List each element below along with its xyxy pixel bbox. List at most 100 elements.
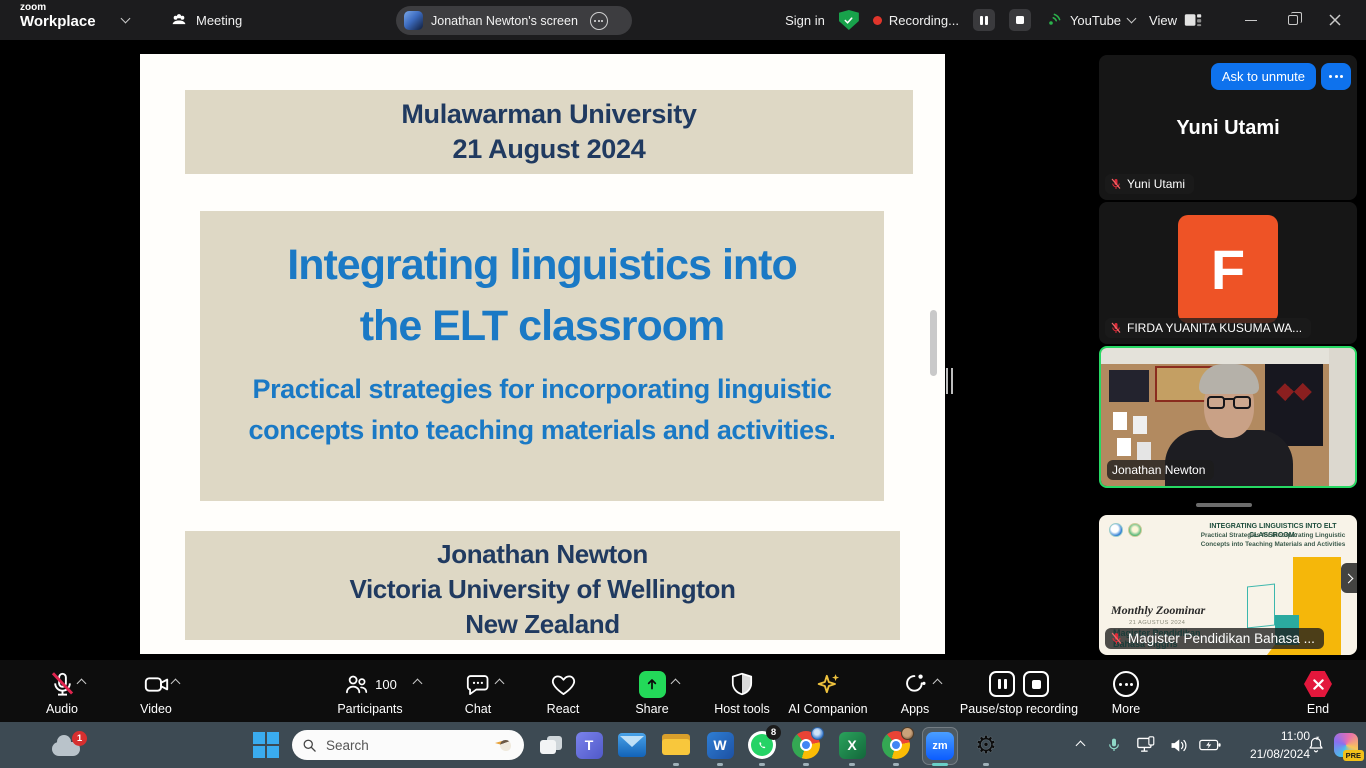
- security-shield-icon[interactable]: [839, 10, 859, 30]
- chat-options-chevron[interactable]: [495, 679, 505, 689]
- word-icon: W: [707, 732, 734, 759]
- share-options-chevron[interactable]: [671, 679, 681, 689]
- maximize-button[interactable]: [1272, 0, 1314, 40]
- react-button[interactable]: React: [528, 668, 598, 716]
- participant-tile-yuni[interactable]: Ask to unmute Yuni Utami Yuni Utami: [1099, 55, 1357, 200]
- share-button[interactable]: Share: [612, 668, 692, 716]
- youtube-live-dropdown[interactable]: YouTube: [1045, 11, 1135, 29]
- tray-battery-button[interactable]: [1196, 731, 1224, 759]
- person-glasses: [1207, 396, 1251, 409]
- zoom-logo-text: zoom: [20, 3, 96, 13]
- zoom-app-icon: zm: [926, 732, 954, 760]
- participant-more-button[interactable]: [1321, 63, 1351, 90]
- recording-dot-icon: [873, 16, 882, 25]
- view-label: View: [1149, 13, 1177, 28]
- end-label: End: [1292, 702, 1344, 716]
- muted-mic-icon: [1110, 632, 1123, 645]
- youtube-label: YouTube: [1070, 13, 1121, 28]
- taskbar-search[interactable]: Search: [292, 730, 524, 760]
- end-meeting-button[interactable]: End: [1292, 668, 1344, 716]
- whatsapp-app-button[interactable]: 8: [748, 731, 776, 759]
- chevron-down-icon[interactable]: [121, 14, 131, 24]
- view-button[interactable]: View: [1149, 12, 1202, 28]
- stage-sidebar-resize-handle[interactable]: [944, 368, 954, 394]
- participant-tile-magister[interactable]: INTEGRATING LINGUISTICS INTO ELT CLASSRO…: [1099, 515, 1357, 655]
- host-tools-label: Host tools: [700, 702, 784, 716]
- tab-meeting[interactable]: Meeting: [160, 0, 252, 40]
- next-gallery-page-button[interactable]: [1341, 563, 1357, 593]
- pause-recording-button[interactable]: [989, 671, 1015, 697]
- zoom-app-button-active[interactable]: zm: [922, 727, 958, 765]
- muted-mic-icon: [1110, 178, 1122, 190]
- chrome-app-button[interactable]: [792, 731, 820, 759]
- pause-recording-button[interactable]: [973, 9, 995, 31]
- mail-app-button[interactable]: [618, 731, 646, 759]
- chat-button[interactable]: Chat: [438, 668, 518, 716]
- settings-app-button[interactable]: ⚙: [972, 731, 1000, 759]
- slide-scrollbar[interactable]: [930, 310, 937, 376]
- more-options-icon[interactable]: [590, 12, 608, 30]
- stop-recording-button[interactable]: [1009, 9, 1031, 31]
- participants-options-chevron[interactable]: [413, 679, 423, 689]
- mic-icon: [1106, 737, 1122, 753]
- running-indicator: [759, 763, 765, 766]
- weather-widget[interactable]: 1: [52, 731, 80, 759]
- copilot-button[interactable]: PRE: [1332, 731, 1360, 759]
- participant-name-tag: Jonathan Newton: [1107, 460, 1214, 480]
- monitor-phone-icon: [1136, 736, 1156, 754]
- pause-stop-recording-control: Pause/stop recording: [940, 668, 1098, 716]
- teams-app-button[interactable]: T: [575, 731, 603, 759]
- participant-tile-jonathan-active-speaker[interactable]: Jonathan Newton: [1099, 346, 1357, 488]
- host-tools-button[interactable]: Host tools: [700, 668, 784, 716]
- more-button[interactable]: More: [1098, 668, 1154, 716]
- video-options-chevron[interactable]: [171, 679, 181, 689]
- notification-bell-button[interactable]: [1302, 731, 1330, 759]
- running-indicator: [893, 763, 899, 766]
- close-button[interactable]: [1314, 0, 1356, 40]
- chrome-profile2-app-button[interactable]: [882, 731, 910, 759]
- audio-options-chevron[interactable]: [77, 679, 87, 689]
- participant-tile-firda[interactable]: F FIRDA YUANITA KUSUMA WA...: [1099, 202, 1357, 344]
- react-label: React: [528, 702, 598, 716]
- audio-button[interactable]: Audio: [16, 668, 108, 716]
- running-indicator: [717, 763, 723, 766]
- slide-header-box: Mulawarman University 21 August 2024: [185, 90, 913, 174]
- share-screen-icon: [639, 671, 666, 698]
- shared-screen-thumbnail: [404, 11, 423, 30]
- word-app-button[interactable]: W: [706, 731, 734, 759]
- person-hair: [1199, 364, 1259, 394]
- ai-companion-button[interactable]: AI Companion: [778, 668, 878, 716]
- file-explorer-button[interactable]: [662, 731, 690, 759]
- heart-icon: [550, 671, 577, 698]
- tray-volume-button[interactable]: [1164, 731, 1192, 759]
- participants-button[interactable]: 100 Participants: [310, 668, 430, 716]
- start-button[interactable]: [252, 731, 280, 759]
- excel-icon: X: [839, 732, 866, 759]
- participant-name-label: FIRDA YUANITA KUSUMA WA...: [1127, 321, 1302, 335]
- windows-logo-icon: [253, 732, 279, 758]
- zoom-workplace-logo: zoom Workplace: [20, 3, 96, 29]
- notification-badge: 1: [72, 731, 87, 746]
- gallery-scroll-divider[interactable]: [1196, 503, 1252, 507]
- speaker-icon: [1169, 737, 1188, 754]
- slide-date: 21 August 2024: [185, 132, 913, 167]
- windows-taskbar: 1 Search T W 8 X: [0, 722, 1366, 768]
- live-stream-icon: [1045, 11, 1063, 29]
- task-view-button[interactable]: [537, 731, 565, 759]
- taskbar-clock[interactable]: 11:00 21/08/2024: [1222, 727, 1310, 763]
- minimize-button[interactable]: [1230, 0, 1272, 40]
- participants-label: Participants: [310, 702, 430, 716]
- shared-screen-pill[interactable]: Jonathan Newton's screen: [396, 6, 632, 35]
- search-placeholder: Search: [326, 738, 489, 753]
- excel-app-button[interactable]: X: [838, 731, 866, 759]
- tray-cast-button[interactable]: [1132, 731, 1160, 759]
- participant-name-tag: Magister Pendidikan Bahasa ...: [1105, 628, 1324, 649]
- stop-recording-button[interactable]: [1023, 671, 1049, 697]
- tray-mic-button[interactable]: [1100, 731, 1128, 759]
- people-icon: [170, 11, 188, 29]
- tray-expand-button[interactable]: [1066, 731, 1094, 759]
- sign-in-button[interactable]: Sign in: [785, 13, 825, 28]
- ask-to-unmute-button[interactable]: Ask to unmute: [1211, 63, 1316, 90]
- video-button[interactable]: Video: [110, 668, 202, 716]
- shared-slide: Mulawarman University 21 August 2024 Int…: [140, 54, 945, 654]
